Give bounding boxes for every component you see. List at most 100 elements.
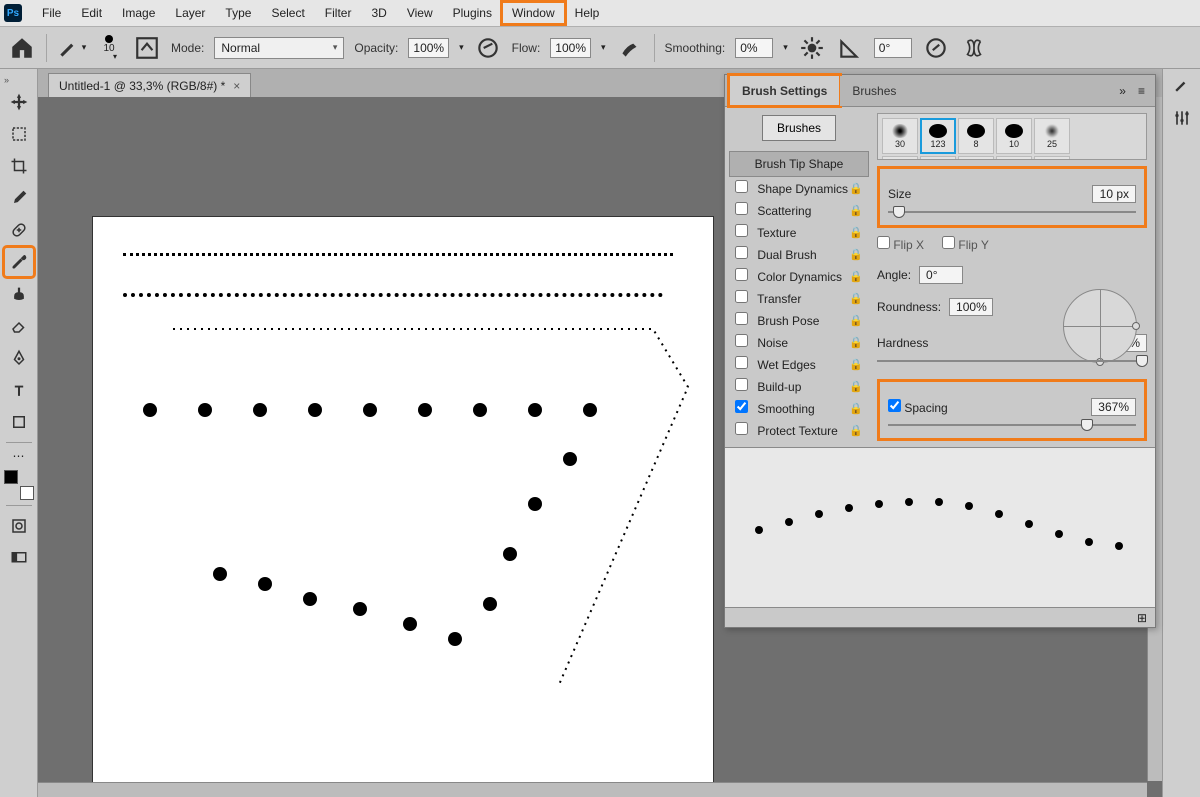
lock-icon[interactable]: 🔒 (849, 314, 863, 327)
clone-stamp-tool[interactable] (4, 279, 34, 309)
menu-layer[interactable]: Layer (165, 2, 215, 24)
adjustments-icon[interactable] (1172, 108, 1192, 131)
move-tool[interactable] (4, 87, 34, 117)
lock-icon[interactable]: 🔒 (849, 424, 863, 437)
opacity-pressure-icon[interactable] (474, 34, 502, 62)
panel-menu-icon[interactable]: ≡ (1132, 84, 1151, 98)
brush-preset-10[interactable]: 10 (996, 118, 1032, 154)
brush-tool[interactable] (4, 247, 34, 277)
marquee-tool[interactable] (4, 119, 34, 149)
brush-preset-112[interactable]: 112 (882, 156, 918, 160)
lock-icon[interactable]: 🔒 (849, 182, 863, 195)
lock-icon[interactable]: 🔒 (849, 380, 863, 393)
horizontal-scrollbar[interactable] (38, 782, 1147, 797)
set-angle-icon[interactable] (836, 34, 864, 62)
option-color-dynamics[interactable]: Color Dynamics🔒 (729, 265, 869, 287)
lock-icon[interactable]: 🔒 (849, 358, 863, 371)
brush-preset-25[interactable]: 25 (1034, 118, 1070, 154)
brush-preset-8[interactable]: 8 (958, 118, 994, 154)
color-swatches[interactable] (4, 470, 34, 500)
brush-preset-25[interactable]: 25 (996, 156, 1032, 160)
crop-tool[interactable] (4, 151, 34, 181)
pen-tool[interactable] (4, 343, 34, 373)
spacing-value[interactable]: 367% (1091, 398, 1136, 416)
option-smoothing[interactable]: Smoothing🔒 (729, 397, 869, 419)
new-preset-icon[interactable]: ⊞ (1137, 611, 1147, 625)
text-tool[interactable]: T (4, 375, 34, 405)
brushes-button[interactable]: Brushes (762, 115, 836, 141)
option-noise[interactable]: Noise🔒 (729, 331, 869, 353)
angle-field[interactable]: 0° (874, 38, 912, 58)
option-protect-texture[interactable]: Protect Texture🔒 (729, 419, 869, 441)
option-build-up[interactable]: Build-up🔒 (729, 375, 869, 397)
collapse-toolbox-icon[interactable]: » (0, 75, 9, 85)
menu-select[interactable]: Select (261, 2, 314, 24)
brush-preset-123[interactable]: 123 (920, 118, 956, 154)
blend-mode-select[interactable]: Normal▾ (214, 37, 344, 59)
collapse-panel-icon[interactable]: » (1113, 84, 1132, 98)
brush-preset-grid[interactable]: 3012381025112605025305060100127284 (877, 113, 1147, 160)
tab-brush-settings[interactable]: Brush Settings (729, 75, 840, 106)
brush-preset-60[interactable]: 60 (920, 156, 956, 160)
roundness-value[interactable]: 100% (949, 298, 993, 316)
menu-help[interactable]: Help (565, 2, 610, 24)
menu-window[interactable]: Window (502, 2, 565, 24)
menu-image[interactable]: Image (112, 2, 165, 24)
eraser-tool[interactable] (4, 311, 34, 341)
home-icon[interactable] (8, 34, 36, 62)
spacing-slider[interactable] (888, 418, 1136, 432)
brush-preset-30[interactable]: 30 (1034, 156, 1070, 160)
airbrush-icon[interactable] (616, 34, 644, 62)
document-tab[interactable]: Untitled-1 @ 33,3% (RGB/8#) *× (48, 73, 251, 97)
opacity-field[interactable]: 100% (408, 38, 449, 58)
menu-edit[interactable]: Edit (71, 2, 112, 24)
size-value[interactable]: 10 px (1092, 185, 1136, 203)
canvas[interactable] (93, 217, 713, 787)
tab-brushes[interactable]: Brushes (840, 76, 908, 106)
more-tools-icon[interactable]: ⋯ (4, 448, 34, 464)
brush-panel-toggle-icon[interactable] (133, 34, 161, 62)
option-scattering[interactable]: Scattering🔒 (729, 199, 869, 221)
lock-icon[interactable]: 🔒 (849, 336, 863, 349)
menu-view[interactable]: View (397, 2, 443, 24)
brush-preset-30[interactable]: 30 (882, 118, 918, 154)
brush-size-preview[interactable]: 10▾ (95, 35, 123, 61)
spacing-checkbox[interactable]: Spacing (888, 399, 948, 415)
lock-icon[interactable]: 🔒 (849, 270, 863, 283)
option-shape-dynamics[interactable]: Shape Dynamics🔒 (729, 177, 869, 199)
menu-file[interactable]: File (32, 2, 71, 24)
flip-y-checkbox[interactable]: Flip Y (942, 236, 989, 252)
eyedropper-tool[interactable] (4, 183, 34, 213)
lock-icon[interactable]: 🔒 (849, 204, 863, 217)
option-wet-edges[interactable]: Wet Edges🔒 (729, 353, 869, 375)
menu-3d[interactable]: 3D (361, 2, 396, 24)
flip-x-checkbox[interactable]: Flip X (877, 236, 924, 252)
lock-icon[interactable]: 🔒 (849, 292, 863, 305)
size-pressure-icon[interactable] (922, 34, 950, 62)
brush-preset-50[interactable]: 50 (958, 156, 994, 160)
hardness-slider[interactable] (877, 354, 1147, 359)
lock-icon[interactable]: 🔒 (849, 248, 863, 261)
lock-icon[interactable]: 🔒 (849, 402, 863, 415)
angle-widget[interactable] (1063, 289, 1137, 363)
symmetry-icon[interactable] (960, 34, 988, 62)
size-slider[interactable] (888, 205, 1136, 219)
brush-tip-shape-header[interactable]: Brush Tip Shape (729, 151, 869, 177)
option-dual-brush[interactable]: Dual Brush🔒 (729, 243, 869, 265)
menu-filter[interactable]: Filter (315, 2, 362, 24)
smoothing-options-icon[interactable] (798, 34, 826, 62)
option-transfer[interactable]: Transfer🔒 (729, 287, 869, 309)
option-brush-pose[interactable]: Brush Pose🔒 (729, 309, 869, 331)
healing-tool[interactable] (4, 215, 34, 245)
brush-panel-icon[interactable] (1172, 75, 1192, 98)
angle-value[interactable]: 0° (919, 266, 963, 284)
smoothing-field[interactable]: 0% (735, 38, 773, 58)
flow-field[interactable]: 100% (550, 38, 591, 58)
shape-tool[interactable] (4, 407, 34, 437)
lock-icon[interactable]: 🔒 (849, 226, 863, 239)
tool-preset-icon[interactable]: ▾ (57, 34, 85, 62)
screenmode-icon[interactable] (4, 543, 34, 573)
menu-plugins[interactable]: Plugins (443, 2, 502, 24)
quickmask-icon[interactable] (4, 511, 34, 541)
menu-type[interactable]: Type (215, 2, 261, 24)
